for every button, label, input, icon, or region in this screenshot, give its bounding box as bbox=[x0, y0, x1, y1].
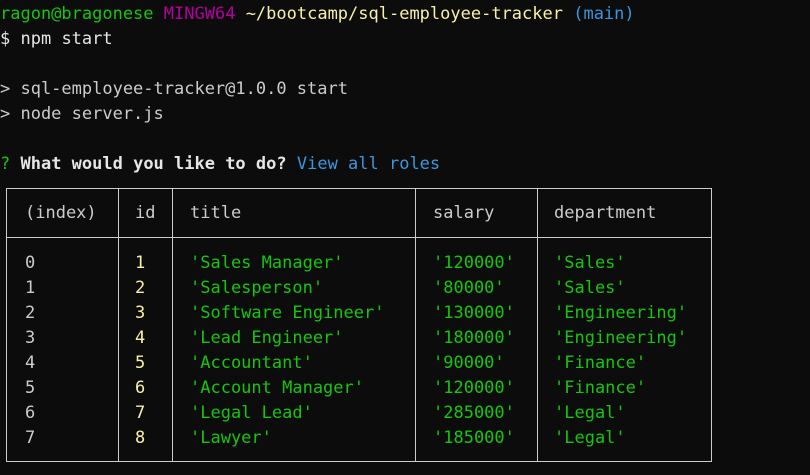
cell-id: 1 bbox=[135, 253, 146, 273]
cell-salary: '80000' bbox=[433, 278, 505, 298]
npm-output-line-1: > sql-employee-tracker@1.0.0 start bbox=[0, 79, 348, 99]
cell-index: 0 bbox=[25, 253, 36, 273]
npm-output-line-2: > node server.js bbox=[0, 104, 164, 124]
cell-salary: '285000' bbox=[433, 403, 515, 423]
table-column-divider bbox=[118, 188, 119, 462]
cell-title: 'Lead Engineer' bbox=[190, 328, 344, 348]
cell-department: 'Sales' bbox=[554, 278, 626, 298]
cell-id: 2 bbox=[135, 278, 146, 298]
cell-department: 'Sales' bbox=[554, 253, 626, 273]
question-answer: View all roles bbox=[296, 154, 441, 174]
shell-prompt: ragon@bragonese MINGW64 ~/bootcamp/sql-e… bbox=[0, 2, 635, 27]
prompt-branch: (main) bbox=[573, 4, 635, 24]
cell-id: 6 bbox=[135, 378, 146, 398]
cell-department: 'Legal' bbox=[554, 403, 626, 423]
table-header-title: title bbox=[190, 203, 242, 223]
cell-index: 7 bbox=[25, 428, 36, 448]
cell-department: 'Engineering' bbox=[554, 328, 688, 348]
cell-title: 'Account Manager' bbox=[190, 378, 364, 398]
cell-department: 'Engineering' bbox=[554, 303, 688, 323]
cell-title: 'Sales Manager' bbox=[190, 253, 344, 273]
prompt-symbol: $ bbox=[0, 29, 11, 49]
cell-salary: '130000' bbox=[433, 303, 515, 323]
prompt-system: MINGW64 bbox=[163, 4, 236, 24]
table-header-divider bbox=[6, 237, 712, 238]
table-header-department: department bbox=[554, 203, 657, 223]
cell-department: 'Finance' bbox=[554, 353, 647, 373]
cell-salary: '185000' bbox=[433, 428, 515, 448]
cell-title: 'Salesperson' bbox=[190, 278, 324, 298]
table-header-salary: salary bbox=[433, 203, 495, 223]
cell-index: 2 bbox=[25, 303, 36, 323]
cell-id: 5 bbox=[135, 353, 146, 373]
cell-index: 3 bbox=[25, 328, 36, 348]
table-header-id: id bbox=[135, 203, 156, 223]
prompt-path: ~/bootcamp/sql-employee-tracker bbox=[245, 4, 563, 24]
question-mark-icon: ? bbox=[0, 154, 11, 174]
cell-index: 1 bbox=[25, 278, 36, 298]
cell-index: 6 bbox=[25, 403, 36, 423]
cell-salary: '120000' bbox=[433, 253, 515, 273]
prompt-user-host: ragon@bragonese bbox=[0, 4, 154, 24]
table-column-divider bbox=[172, 188, 173, 462]
cell-index: 5 bbox=[25, 378, 36, 398]
table-column-divider bbox=[415, 188, 416, 462]
cell-index: 4 bbox=[25, 353, 36, 373]
table-column-divider bbox=[537, 188, 538, 462]
cell-department: 'Legal' bbox=[554, 428, 626, 448]
cell-title: 'Accountant' bbox=[190, 353, 313, 373]
cell-title: 'Software Engineer' bbox=[190, 303, 385, 323]
cell-title: 'Legal Lead' bbox=[190, 403, 313, 423]
cell-title: 'Lawyer' bbox=[190, 428, 272, 448]
inquirer-question: ? What would you like to do? View all ro… bbox=[0, 152, 440, 177]
cell-salary: '120000' bbox=[433, 378, 515, 398]
command-text: npm start bbox=[20, 29, 113, 49]
cell-id: 7 bbox=[135, 403, 146, 423]
cell-id: 8 bbox=[135, 428, 146, 448]
cell-salary: '180000' bbox=[433, 328, 515, 348]
question-text: What would you like to do? bbox=[20, 154, 287, 174]
cell-department: 'Finance' bbox=[554, 378, 647, 398]
cell-id: 3 bbox=[135, 303, 146, 323]
cell-id: 4 bbox=[135, 328, 146, 348]
cell-salary: '90000' bbox=[433, 353, 505, 373]
table-header-index: (index) bbox=[25, 203, 97, 223]
command-line: $ npm start bbox=[0, 27, 113, 52]
